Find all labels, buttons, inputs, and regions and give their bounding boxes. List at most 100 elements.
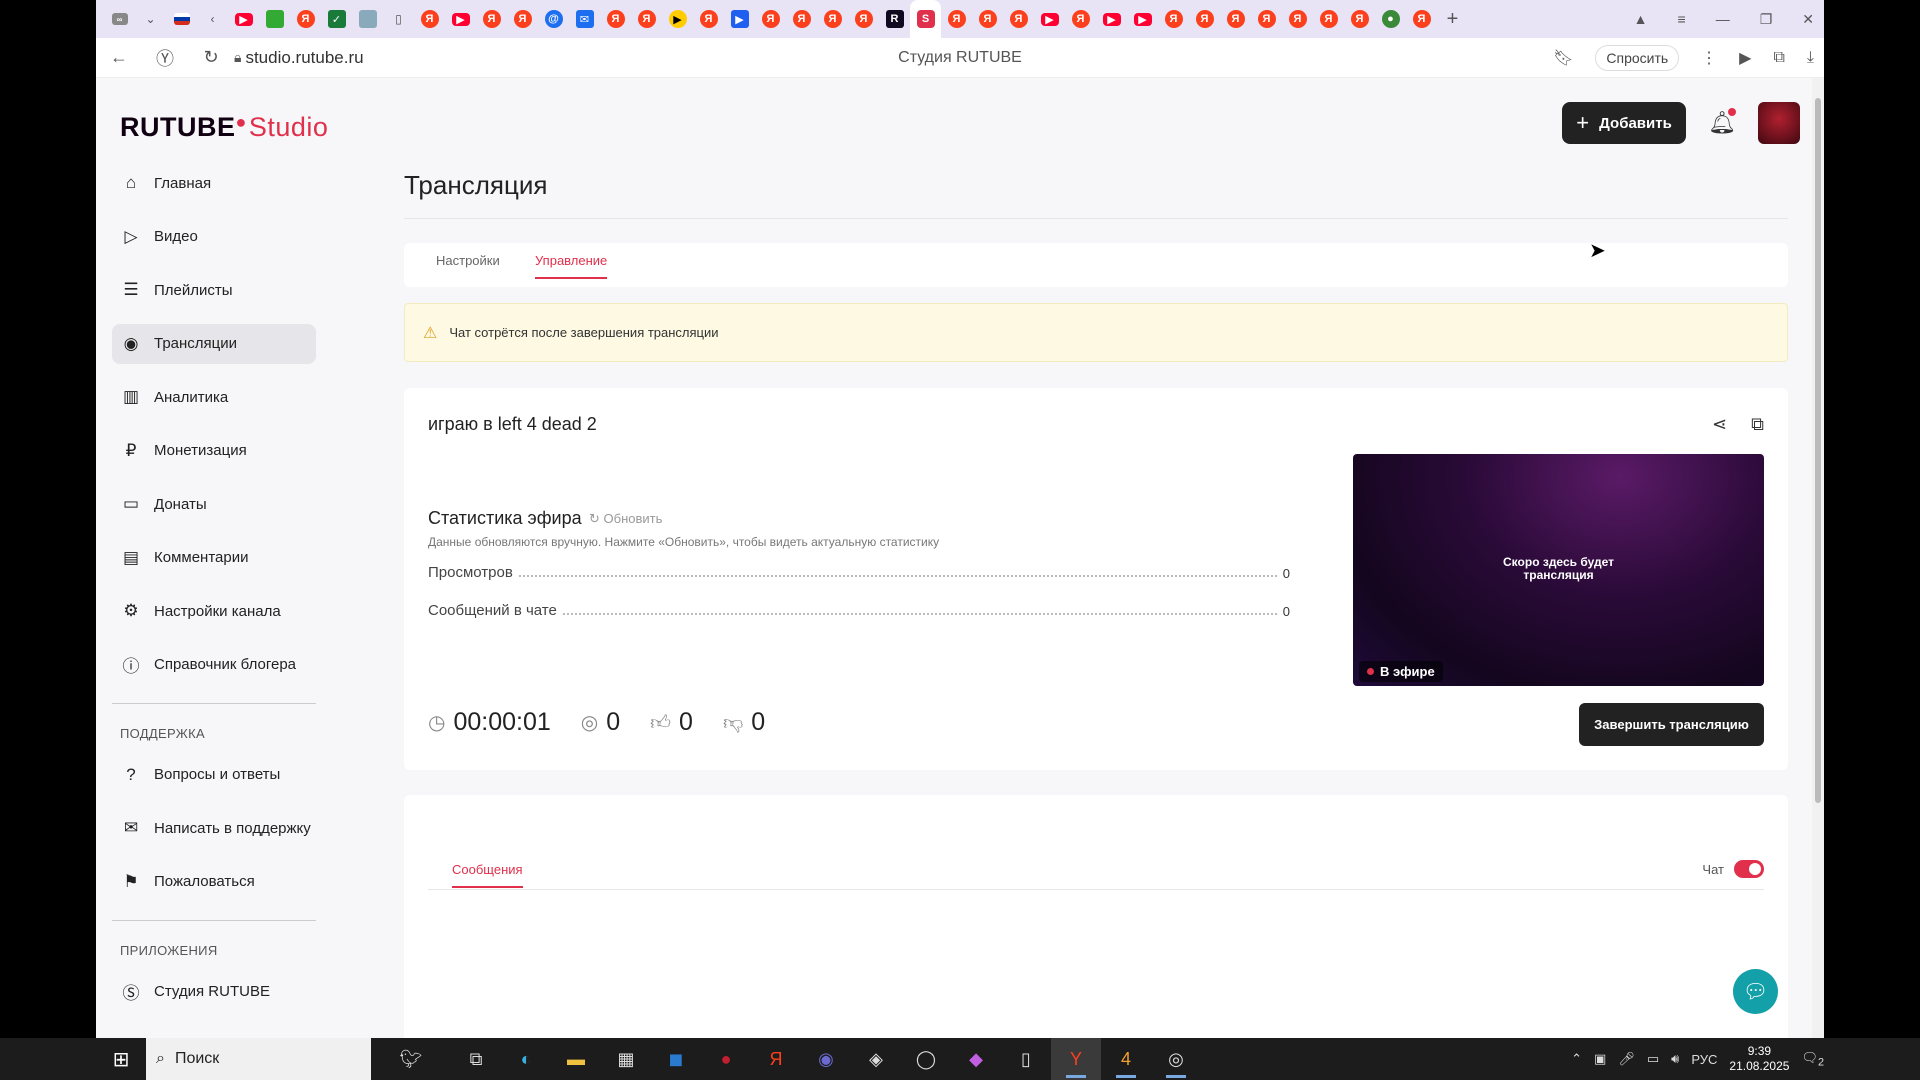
tab-favicon-yandex[interactable]: Я bbox=[693, 0, 724, 38]
tab-favicon-green[interactable] bbox=[259, 0, 290, 38]
stream-preview[interactable]: Скоро здесь будет трансляция В эфире bbox=[1353, 454, 1764, 686]
sidebar-item-blogger-guide[interactable]: ⓘ Справочник блогера bbox=[112, 645, 316, 685]
scrollbar-thumb[interactable] bbox=[1815, 98, 1821, 803]
red-app-icon[interactable]: ● bbox=[701, 1038, 751, 1080]
taskbar-search[interactable]: ⌕ Поиск bbox=[146, 1038, 371, 1080]
tab-favicon-yandex[interactable]: Я bbox=[1251, 0, 1282, 38]
sidebar-item-video[interactable]: ▷ Видео bbox=[112, 217, 316, 257]
tab-favicon-yandex[interactable]: Я bbox=[1344, 0, 1375, 38]
edge-icon[interactable]: ◐ bbox=[501, 1038, 551, 1080]
tabs-dropdown-icon[interactable]: ⌄ bbox=[135, 0, 166, 38]
close-icon[interactable]: ✕ bbox=[1802, 11, 1814, 28]
bookmark-icon[interactable]: 🔖︎ bbox=[1553, 48, 1573, 68]
chat-toggle-switch[interactable] bbox=[1734, 860, 1764, 878]
tab-favicon-shield[interactable] bbox=[352, 0, 383, 38]
sidebar-item-studio-app[interactable]: Ⓢ Студия RUTUBE bbox=[112, 972, 316, 1012]
tab-favicon-green-round[interactable]: ● bbox=[1375, 0, 1406, 38]
notifications-icon[interactable]: 🗨︎2 bbox=[1801, 1050, 1824, 1069]
tab-favicon-yandex[interactable]: Я bbox=[972, 0, 1003, 38]
tab-favicon-yandex[interactable]: Я bbox=[941, 0, 972, 38]
tab-management[interactable]: Управление bbox=[535, 253, 608, 279]
more-icon[interactable]: ⋮ bbox=[1701, 48, 1717, 68]
tab-favicon-yandex[interactable]: Я bbox=[1220, 0, 1251, 38]
file-explorer-icon[interactable]: ▬ bbox=[551, 1038, 601, 1080]
tab-favicon-yandex[interactable]: Я bbox=[476, 0, 507, 38]
ask-button[interactable]: Спросить bbox=[1595, 44, 1680, 71]
sidebar-item-write-support[interactable]: ✉ Написать в поддержку bbox=[112, 808, 316, 848]
restore-icon[interactable]: ❐ bbox=[1760, 11, 1773, 28]
minimize-icon[interactable]: — bbox=[1716, 11, 1730, 27]
url-field[interactable]: studio.rutube.ru bbox=[245, 48, 363, 68]
end-broadcast-button[interactable]: Завершить трансляцию bbox=[1579, 703, 1764, 746]
rutube-studio-logo[interactable]: RUTUBE●Studio bbox=[120, 112, 328, 143]
windows-start-icon[interactable]: ⊞ bbox=[96, 1047, 146, 1072]
bird-widget-icon[interactable]: 🐦︎ bbox=[371, 1038, 451, 1080]
tab-back-icon[interactable]: ‹ bbox=[197, 0, 228, 38]
yandex-home-icon[interactable]: Ⓨ bbox=[142, 45, 188, 71]
tab-favicon-yandex[interactable]: Я bbox=[600, 0, 631, 38]
sidebar-item-donations[interactable]: ▭ Донаты bbox=[112, 484, 316, 524]
tray-chevron-icon[interactable]: ⌃ bbox=[1571, 1051, 1582, 1067]
tab-favicon-mail2[interactable]: ✉ bbox=[569, 0, 600, 38]
volume-icon[interactable]: 🔊︎ bbox=[1671, 1051, 1679, 1067]
obs-studio-icon[interactable]: ◎ bbox=[1151, 1038, 1201, 1080]
tab-favicon-check[interactable]: ✓ bbox=[321, 0, 352, 38]
document-icon[interactable]: ▯ bbox=[1001, 1038, 1051, 1080]
steam-icon[interactable]: ◈ bbox=[851, 1038, 901, 1080]
store-icon[interactable]: ▦ bbox=[601, 1038, 651, 1080]
taskbar-clock[interactable]: 9:39 21.08.2025 bbox=[1729, 1044, 1789, 1074]
menu-icon[interactable]: ≡ bbox=[1678, 11, 1686, 27]
obs-icon[interactable]: ◯ bbox=[901, 1038, 951, 1080]
tab-favicon-rutube[interactable]: R bbox=[879, 0, 910, 38]
tab-settings[interactable]: Настройки bbox=[436, 253, 500, 268]
back-icon[interactable]: ← bbox=[96, 47, 142, 68]
tab-favicon-yandex[interactable]: Я bbox=[507, 0, 538, 38]
tab-favicon-yandex[interactable]: Я bbox=[755, 0, 786, 38]
tab-favicon-yandex[interactable]: Я bbox=[414, 0, 445, 38]
tab-favicon-youtube[interactable]: ▶ bbox=[1034, 0, 1065, 38]
tab-favicon-yandex[interactable]: Я bbox=[1158, 0, 1189, 38]
tab-favicon-yandex[interactable]: Я bbox=[1003, 0, 1034, 38]
download-icon[interactable]: ⤓ bbox=[1807, 49, 1814, 67]
refresh-button[interactable]: ↻ Обновить bbox=[589, 511, 662, 527]
open-external-icon[interactable]: ⧉ bbox=[1751, 414, 1764, 435]
microphone-icon[interactable]: 🎤︎ bbox=[1618, 1051, 1635, 1067]
outlook-icon[interactable]: ◼ bbox=[651, 1038, 701, 1080]
sidebar-item-playlists[interactable]: ☰ Плейлисты bbox=[112, 270, 316, 310]
profile-icon[interactable]: ▲ bbox=[1634, 11, 1648, 27]
tray-app-icon[interactable]: ▣ bbox=[1594, 1051, 1606, 1067]
media-icon[interactable]: ▶ bbox=[1739, 48, 1751, 68]
tab-favicon-yandex[interactable]: Я bbox=[631, 0, 662, 38]
tab-favicon-flag[interactable] bbox=[166, 0, 197, 38]
yandex-app-icon[interactable]: Я bbox=[751, 1038, 801, 1080]
tab-favicon-yandex[interactable]: Я bbox=[1406, 0, 1437, 38]
tab-favicon-youtube[interactable]: ▶ bbox=[445, 0, 476, 38]
tab-favicon-youtube[interactable]: ▶ bbox=[228, 0, 259, 38]
sidebar-item-monetization[interactable]: ₽ Монетизация bbox=[112, 431, 316, 471]
sidebar-item-analytics[interactable]: ▥ Аналитика bbox=[112, 377, 316, 417]
avatar[interactable] bbox=[1758, 102, 1800, 144]
tab-favicon-yandex[interactable]: Я bbox=[1282, 0, 1313, 38]
task-view-icon[interactable]: ⧉ bbox=[451, 1038, 501, 1080]
tab-group-icon[interactable]: ∞ bbox=[104, 0, 135, 38]
tab-favicon-youtube[interactable]: ▶ bbox=[1096, 0, 1127, 38]
notifications-bell-icon[interactable]: 🔔︎ bbox=[1708, 108, 1736, 136]
sidebar-item-home[interactable]: ⌂ Главная bbox=[112, 163, 316, 203]
tab-favicon-youtube[interactable]: ▶ bbox=[1127, 0, 1158, 38]
extensions-icon[interactable]: ⧉ bbox=[1773, 49, 1784, 67]
tab-favicon-yandex[interactable]: Я bbox=[1065, 0, 1096, 38]
tab-favicon-yandex[interactable]: Я bbox=[1313, 0, 1344, 38]
reload-icon[interactable]: ↻ bbox=[188, 47, 234, 68]
maps-app-icon[interactable]: ◆ bbox=[951, 1038, 1001, 1080]
tab-favicon-yandex[interactable]: Я bbox=[786, 0, 817, 38]
support-chat-button[interactable]: 💬︎ bbox=[1733, 969, 1778, 1014]
tab-favicon-yandex[interactable]: Я bbox=[817, 0, 848, 38]
tab-favicon-blue-play[interactable]: ▶ bbox=[724, 0, 755, 38]
tab-favicon-yandex[interactable]: Я bbox=[290, 0, 321, 38]
blue-app-icon[interactable]: ◉ bbox=[801, 1038, 851, 1080]
sidebar-item-faq[interactable]: ? Вопросы и ответы bbox=[112, 755, 316, 795]
new-tab-icon[interactable]: + bbox=[1437, 0, 1468, 38]
yandex-browser-icon[interactable]: Y bbox=[1051, 1038, 1101, 1080]
sidebar-item-channel-settings[interactable]: ⚙ Настройки канала bbox=[112, 591, 316, 631]
tab-favicon-doc[interactable]: ▯ bbox=[383, 0, 414, 38]
